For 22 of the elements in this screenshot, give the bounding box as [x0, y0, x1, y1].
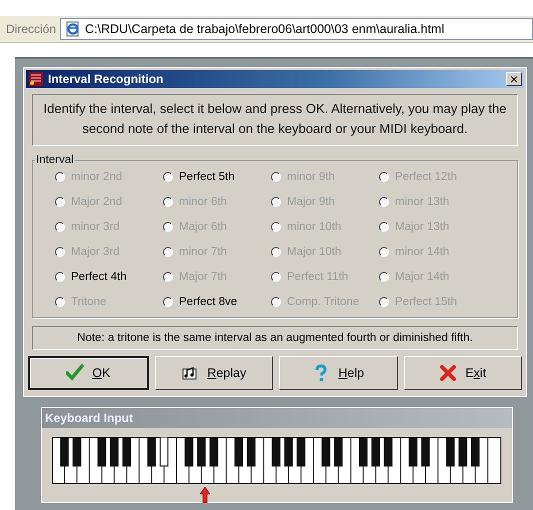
up-arrow-icon: [200, 487, 210, 503]
ok-button[interactable]: OK: [28, 356, 148, 390]
page-icon: [65, 21, 82, 37]
group-title: Interval: [35, 154, 75, 166]
exit-button[interactable]: Exit: [404, 356, 522, 390]
address-field[interactable]: C:\RDU\Carpeta de trabajo\febrero06\art000\03 enm\auralia.html: [60, 18, 533, 40]
radio-option[interactable]: Perfect 8ve: [163, 293, 271, 311]
radio-option[interactable]: Perfect 4th: [55, 268, 163, 286]
close-button[interactable]: ×: [506, 72, 522, 86]
help-button[interactable]: Help: [279, 356, 398, 390]
panel-title: Keyboard Input: [45, 411, 134, 425]
music-sheet-icon: [181, 364, 200, 382]
window-title: Interval Recognition: [48, 72, 164, 86]
piano-keyboard-drawing[interactable]: [52, 437, 502, 485]
x-icon: [439, 364, 458, 382]
check-icon: [66, 364, 84, 382]
replay-button[interactable]: Replay: [154, 356, 273, 390]
radio-option[interactable]: Perfect 5th: [163, 168, 271, 186]
instructions-text: Identify the interval, select it below and press OK. Alternatively, you may play the second note of the interval on the keyboard or your MIDI keyboard.: [42, 100, 508, 138]
note-text: Note: a tritone is the same interval as an augmented fourth or diminished fifth.: [77, 332, 473, 344]
address-label: Dirección: [5, 22, 58, 36]
app-icon: [28, 71, 44, 87]
